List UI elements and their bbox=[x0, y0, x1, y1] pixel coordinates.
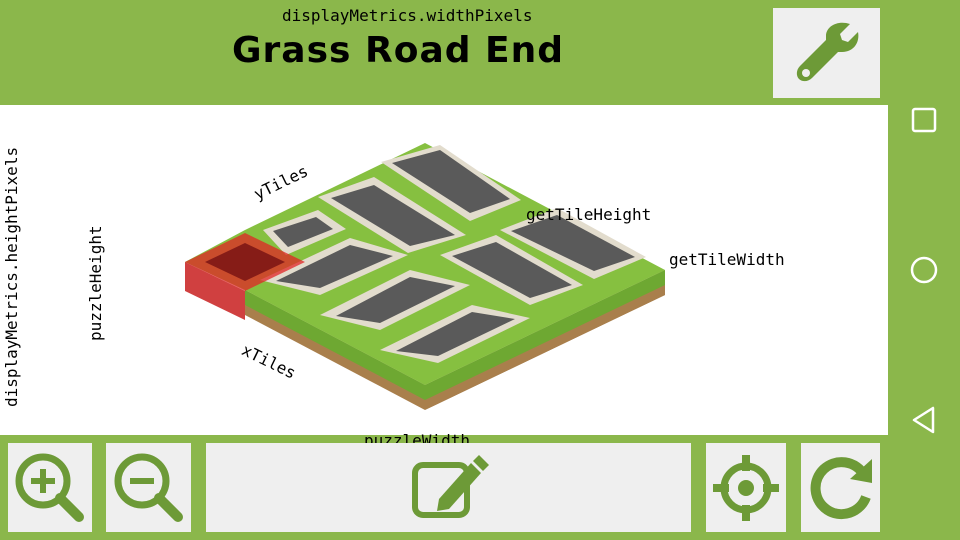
tile-width-label: getTileWidth bbox=[669, 250, 785, 269]
zoom-in-icon bbox=[15, 453, 84, 522]
height-pixels-label: displayMetrics.heightPixels bbox=[2, 146, 21, 407]
edit-icon bbox=[411, 454, 489, 518]
isometric-board[interactable] bbox=[0, 105, 888, 435]
puzzle-title: Grass Road End bbox=[232, 30, 565, 71]
triangle-back-icon bbox=[912, 406, 935, 434]
width-pixels-label: displayMetrics.widthPixels bbox=[282, 6, 533, 25]
center-button[interactable] bbox=[706, 443, 786, 532]
settings-button[interactable] bbox=[773, 8, 880, 98]
rotate-button[interactable] bbox=[801, 443, 880, 532]
puzzle-canvas[interactable]: displayMetrics.heightPixels puzzleHeight… bbox=[0, 105, 888, 435]
system-nav-bar bbox=[888, 0, 960, 540]
crosshair-icon bbox=[713, 454, 779, 521]
zoom-in-button[interactable] bbox=[8, 443, 92, 532]
home-button[interactable] bbox=[888, 254, 960, 286]
wrench-icon bbox=[796, 22, 858, 82]
circle-icon bbox=[910, 256, 938, 284]
puzzle-height-label: puzzleHeight bbox=[86, 225, 105, 341]
rotate-icon bbox=[810, 456, 872, 519]
back-button[interactable] bbox=[888, 404, 960, 436]
tile-height-label: getTileHeight bbox=[526, 205, 652, 224]
recents-button[interactable] bbox=[888, 104, 960, 136]
square-icon bbox=[911, 107, 937, 133]
zoom-out-button[interactable] bbox=[106, 443, 191, 532]
zoom-out-icon bbox=[114, 453, 183, 522]
edit-button[interactable] bbox=[206, 443, 691, 532]
